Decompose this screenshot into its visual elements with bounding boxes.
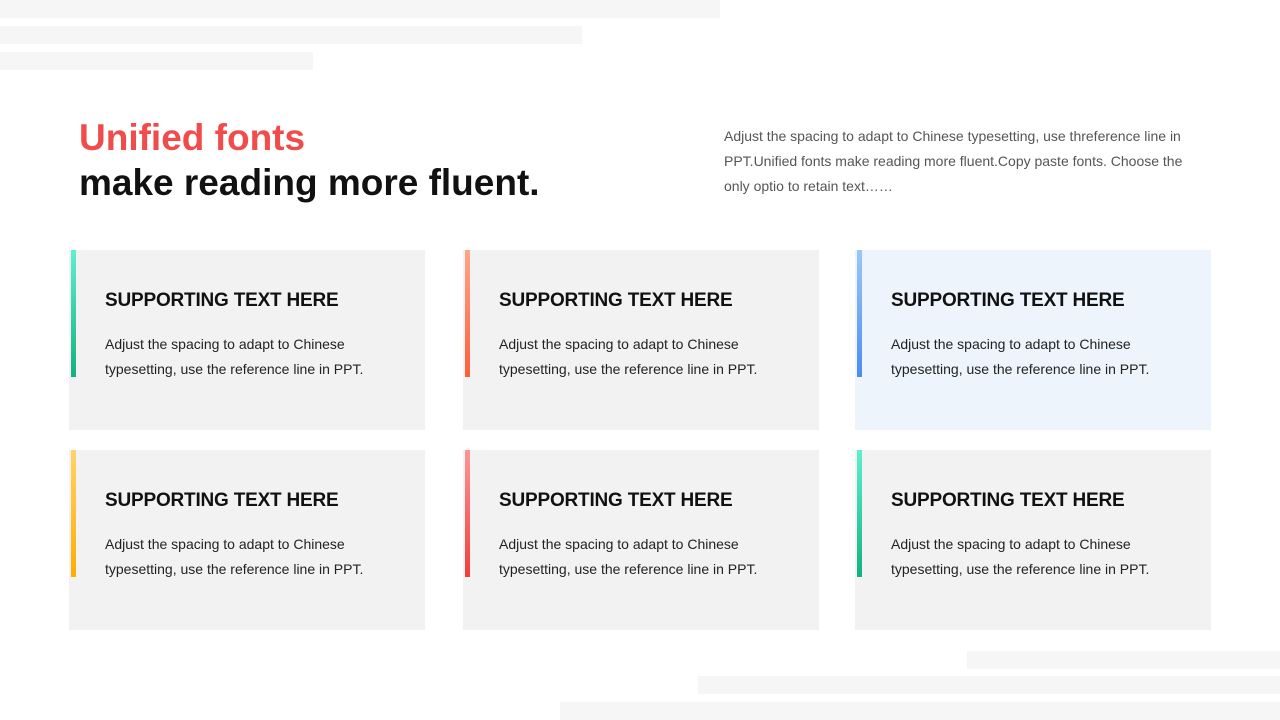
decorative-stripe bbox=[967, 651, 1280, 669]
feature-card: SUPPORTING TEXT HERE Adjust the spacing … bbox=[69, 450, 425, 630]
card-body: Adjust the spacing to adapt to Chinese t… bbox=[105, 536, 364, 577]
decorative-stripe bbox=[0, 26, 582, 44]
card-accent-bar bbox=[857, 250, 862, 377]
page-title-main: make reading more fluent. bbox=[79, 162, 540, 203]
card-accent-bar bbox=[71, 250, 76, 377]
feature-card: SUPPORTING TEXT HERE Adjust the spacing … bbox=[69, 250, 425, 430]
card-title: SUPPORTING TEXT HERE bbox=[891, 490, 1125, 511]
card-title: SUPPORTING TEXT HERE bbox=[891, 290, 1125, 311]
card-title: SUPPORTING TEXT HERE bbox=[499, 290, 733, 311]
card-accent-bar bbox=[465, 450, 470, 577]
decorative-stripe bbox=[560, 702, 1280, 720]
page-title: Unified fonts make reading more fluent. bbox=[79, 116, 540, 206]
card-body: Adjust the spacing to adapt to Chinese t… bbox=[891, 336, 1150, 377]
feature-card: SUPPORTING TEXT HERE Adjust the spacing … bbox=[855, 250, 1211, 430]
decorative-stripe bbox=[0, 0, 720, 18]
feature-card: SUPPORTING TEXT HERE Adjust the spacing … bbox=[463, 250, 819, 430]
card-body: Adjust the spacing to adapt to Chinese t… bbox=[499, 536, 758, 577]
card-title: SUPPORTING TEXT HERE bbox=[105, 290, 339, 311]
card-accent-bar bbox=[465, 250, 470, 377]
intro-paragraph: Adjust the spacing to adapt to Chinese t… bbox=[724, 128, 1183, 194]
card-accent-bar bbox=[71, 450, 76, 577]
decorative-stripe bbox=[698, 676, 1280, 694]
feature-card: SUPPORTING TEXT HERE Adjust the spacing … bbox=[855, 450, 1211, 630]
feature-card: SUPPORTING TEXT HERE Adjust the spacing … bbox=[463, 450, 819, 630]
card-accent-bar bbox=[857, 450, 862, 577]
card-title: SUPPORTING TEXT HERE bbox=[499, 490, 733, 511]
card-body: Adjust the spacing to adapt to Chinese t… bbox=[499, 336, 758, 377]
decorative-stripe bbox=[0, 52, 313, 70]
card-title: SUPPORTING TEXT HERE bbox=[105, 490, 339, 511]
card-body: Adjust the spacing to adapt to Chinese t… bbox=[891, 536, 1150, 577]
page-title-accent: Unified fonts bbox=[79, 117, 306, 158]
card-body: Adjust the spacing to adapt to Chinese t… bbox=[105, 336, 364, 377]
